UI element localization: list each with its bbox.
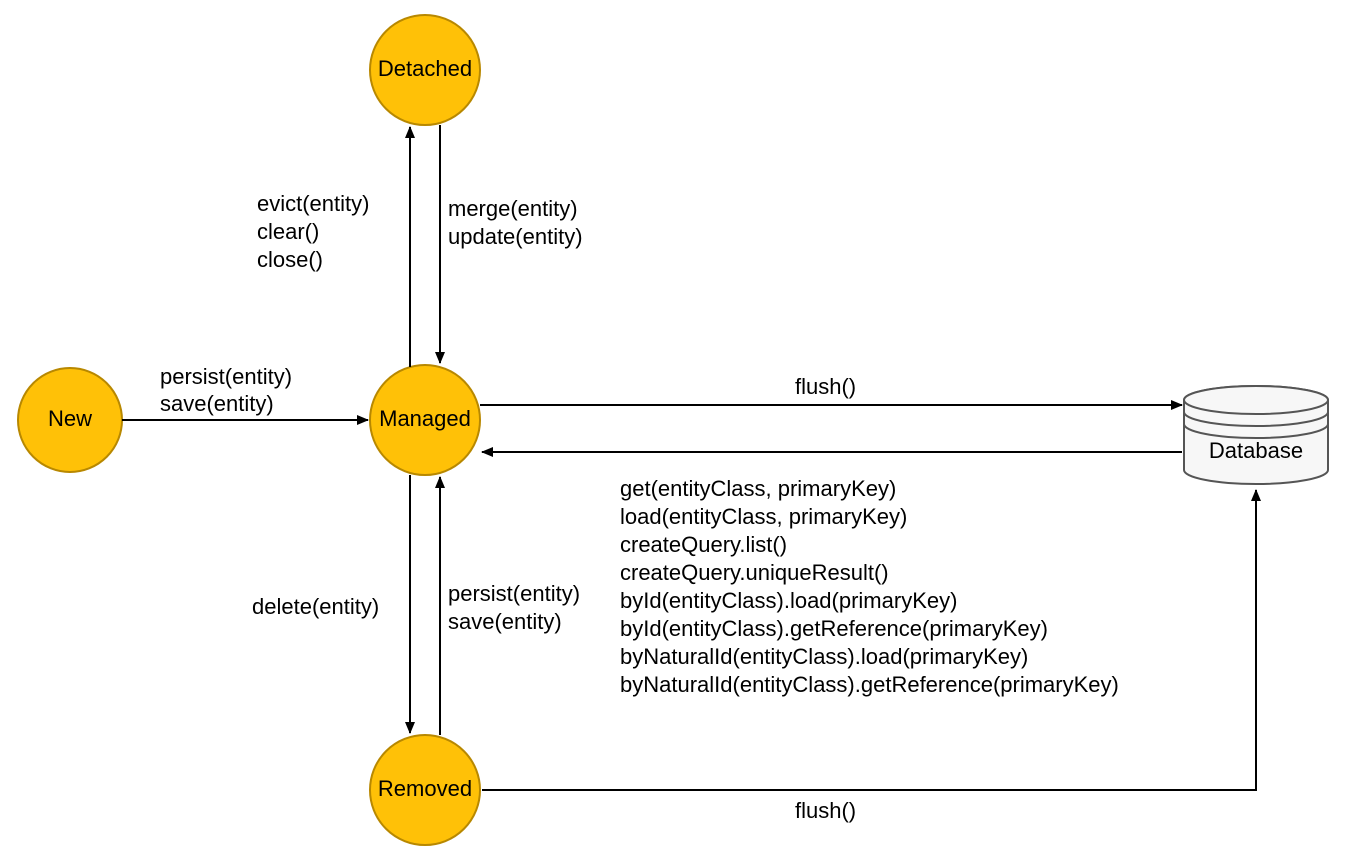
state-removed: Removed: [370, 735, 480, 845]
edge-managed-to-detached-label-0: evict(entity): [257, 191, 369, 216]
state-detached: Detached: [370, 15, 480, 125]
edge-db-to-managed-label-7: byNaturalId(entityClass).getReference(pr…: [620, 672, 1119, 697]
edge-managed-to-detached-label-2: close(): [257, 247, 323, 272]
edge-managed-to-db-label-0: flush(): [795, 374, 856, 399]
edge-db-to-managed-label-2: createQuery.list(): [620, 532, 787, 557]
edge-managed-to-detached-label-1: clear(): [257, 219, 319, 244]
edge-removed-to-db-label-0: flush(): [795, 798, 856, 823]
state-new: New: [18, 368, 122, 472]
edge-removed-to-managed: persist(entity) save(entity): [440, 477, 580, 735]
edge-db-to-managed-label-1: load(entityClass, primaryKey): [620, 504, 907, 529]
edge-db-to-managed-label-4: byId(entityClass).load(primaryKey): [620, 588, 957, 613]
edge-db-to-managed-label-5: byId(entityClass).getReference(primaryKe…: [620, 616, 1048, 641]
edge-db-to-managed: get(entityClass, primaryKey) load(entity…: [482, 452, 1182, 697]
edge-detached-to-managed-label-1: update(entity): [448, 224, 583, 249]
database-label: Database: [1209, 438, 1303, 463]
database-node: Database: [1184, 386, 1328, 484]
edge-detached-to-managed-label-0: merge(entity): [448, 196, 578, 221]
edge-managed-to-removed: delete(entity): [252, 475, 410, 733]
edge-managed-to-db: flush(): [480, 374, 1182, 405]
state-detached-label: Detached: [378, 56, 472, 81]
edge-new-to-managed-label-0: persist(entity): [160, 364, 292, 389]
edge-db-to-managed-label-3: createQuery.uniqueResult(): [620, 560, 889, 585]
edge-new-to-managed: persist(entity) save(entity): [122, 364, 368, 420]
state-new-label: New: [48, 406, 92, 431]
state-removed-label: Removed: [378, 776, 472, 801]
edge-db-to-managed-label-0: get(entityClass, primaryKey): [620, 476, 896, 501]
edge-removed-to-managed-label-1: save(entity): [448, 609, 562, 634]
edge-detached-to-managed: merge(entity) update(entity): [440, 125, 583, 363]
state-managed: Managed: [370, 365, 480, 475]
state-managed-label: Managed: [379, 406, 471, 431]
edge-managed-to-detached: evict(entity) clear() close(): [257, 127, 410, 367]
edge-managed-to-removed-label-0: delete(entity): [252, 594, 379, 619]
edge-new-to-managed-label-1: save(entity): [160, 391, 274, 416]
edge-removed-to-managed-label-0: persist(entity): [448, 581, 580, 606]
edge-db-to-managed-label-6: byNaturalId(entityClass).load(primaryKey…: [620, 644, 1028, 669]
